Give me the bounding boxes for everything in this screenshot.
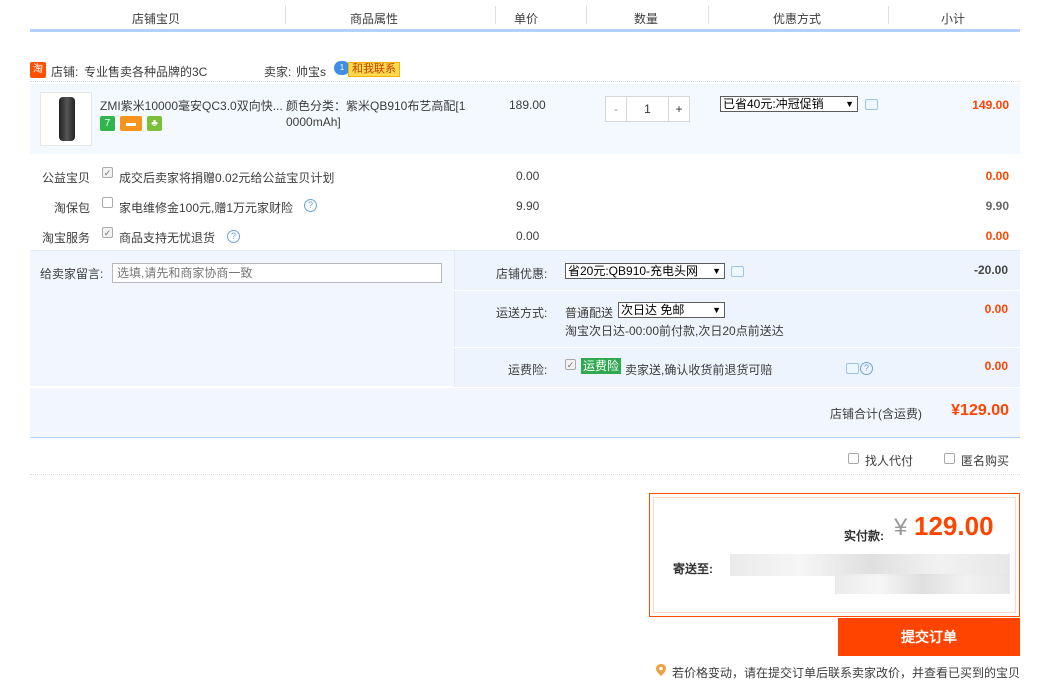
service-checkbox[interactable]: ✓ <box>102 227 113 238</box>
shop-total-row: 店铺合计(含运费) ¥129.00 <box>30 388 1020 438</box>
order-options-panel: 给卖家留言: 店铺优惠: 省20元:QB910-充电头网 ▼ -20.00 运送… <box>30 250 1020 387</box>
divider <box>454 347 1020 348</box>
service-text: 家电维修金100元,赠1万元家财险 <box>119 201 294 215</box>
service-checkbox[interactable]: ✓ <box>102 167 113 178</box>
payment-currency: ¥ <box>894 514 908 541</box>
redacted-address <box>730 554 1010 576</box>
shop-discount-amount: -20.00 <box>973 263 1008 277</box>
message-icon[interactable] <box>846 363 859 374</box>
insurance-text: 卖家送,确认收货前退货可赔 <box>625 363 773 377</box>
divider <box>454 290 1020 291</box>
service-price: 0.00 <box>516 229 540 243</box>
column-header: 店铺宝贝 商品属性 单价 数量 优惠方式 小计 <box>30 0 1020 32</box>
col-price: 单价 <box>514 12 539 26</box>
taobao-icon: 淘 <box>30 62 46 78</box>
note-label: 给卖家留言: <box>40 267 104 281</box>
payment-summary: 实付款: ¥ 129.00 寄送至: <box>649 493 1020 617</box>
divider <box>586 6 587 24</box>
shop-label: 店铺: <box>51 65 79 79</box>
service-label: 淘保包 <box>53 201 90 215</box>
payment-amount: 129.00 <box>914 511 994 541</box>
insurance-checkbox[interactable]: ✓ <box>565 359 576 370</box>
quantity-stepper: - 1 + <box>605 96 690 122</box>
shop-discount-label: 店铺优惠: <box>496 267 548 281</box>
divider <box>30 474 1020 475</box>
footer-tip: 若价格变动，请在提交订单后联系卖家改价，并查看已买到的宝贝 <box>672 666 1021 680</box>
service-checkbox[interactable] <box>102 197 113 208</box>
item-attr-line2: 0000mAh] <box>286 115 341 129</box>
service-text: 商品支持无忧退货 <box>119 231 216 245</box>
service-price: 0.00 <box>516 169 540 183</box>
item-attr-line1: 颜色分类：紫米QB910布艺高配[1 <box>286 99 466 113</box>
ship-to-label: 寄送至: <box>673 562 713 576</box>
increase-button[interactable]: + <box>669 97 689 121</box>
anonymous-label[interactable]: 匿名购买 <box>961 452 1009 469</box>
shop-row: 淘 店铺: 专业售卖各种品牌的3C 卖家: 帅宝s 1 和我联系 <box>30 60 1020 82</box>
shipping-label: 运送方式: <box>496 306 548 320</box>
col-subtotal: 小计 <box>941 12 966 26</box>
service-label: 淘宝服务 <box>41 231 90 245</box>
proxy-pay-checkbox[interactable] <box>848 453 859 464</box>
divider <box>495 6 496 24</box>
divider <box>708 6 709 24</box>
seller-note-input[interactable] <box>112 263 442 283</box>
col-discount: 优惠方式 <box>773 12 822 26</box>
divider <box>888 6 889 24</box>
divider <box>285 6 286 24</box>
chevron-down-icon: ▼ <box>712 266 721 276</box>
insurance-tag: 运费险 <box>581 358 622 374</box>
chevron-down-icon: ▼ <box>712 305 721 315</box>
shop-total-amount: ¥129.00 <box>951 402 1009 419</box>
discount-select[interactable]: 已省40元:冲冠促销 ▼ <box>720 96 858 112</box>
payment-label: 实付款: <box>844 529 884 543</box>
decrease-button[interactable]: - <box>606 97 626 121</box>
chevron-down-icon: ▼ <box>845 99 854 109</box>
item-price: 189.00 <box>509 98 546 112</box>
location-pin-icon <box>656 664 666 676</box>
shipping-option: 次日达 免邮 <box>621 303 685 317</box>
shipping-desc: 淘宝次日达-00:00前付款,次日20点前送达 <box>565 324 784 338</box>
message-icon[interactable] <box>731 266 744 277</box>
service-subtotal: 0.00 <box>985 169 1009 183</box>
service-text: 成交后卖家将捐赠0.02元给公益宝贝计划 <box>119 171 335 185</box>
message-icon[interactable] <box>865 99 878 110</box>
item-title[interactable]: ZMI紫米10000毫安QC3.0双向快... <box>100 97 283 114</box>
service-label: 公益宝贝 <box>41 171 90 185</box>
seven-day-return-icon: 7 <box>100 116 115 131</box>
credit-card-icon: ▬ <box>120 116 142 131</box>
item-subtotal: 149.00 <box>972 98 1009 112</box>
insurance-amount: 0.00 <box>984 359 1008 373</box>
seller-name[interactable]: 帅宝s <box>296 63 326 80</box>
service-subtotal: 0.00 <box>985 229 1009 243</box>
shop-discount-value: 省20元:QB910-充电头网 <box>568 264 699 278</box>
shop-name[interactable]: 专业售卖各种品牌的3C <box>84 63 207 80</box>
col-qty: 数量 <box>634 12 659 26</box>
col-item: 店铺宝贝 <box>132 12 181 26</box>
shop-total-label: 店铺合计(含运费) <box>830 407 922 421</box>
item-row: ZMI紫米10000毫安QC3.0双向快... 7 ▬ ♣ 颜色分类：紫米QB9… <box>30 84 1020 154</box>
insurance-label: 运费险: <box>508 363 548 377</box>
service-price: 9.90 <box>516 199 540 213</box>
proxy-pay-label[interactable]: 找人代付 <box>865 452 913 469</box>
shipping-method: 普通配送 <box>565 306 614 320</box>
quantity-input[interactable]: 1 <box>626 97 669 121</box>
guarantee-icon: ♣ <box>147 116 162 131</box>
redacted-address <box>835 574 1010 594</box>
product-thumbnail[interactable] <box>40 92 92 146</box>
help-icon[interactable]: ? <box>860 362 873 375</box>
help-icon[interactable]: ? <box>304 199 317 212</box>
help-icon[interactable]: ? <box>227 230 240 243</box>
anonymous-checkbox[interactable] <box>944 453 955 464</box>
shipping-amount: 0.00 <box>984 302 1008 316</box>
shop-discount-select[interactable]: 省20元:QB910-充电头网 ▼ <box>565 263 725 279</box>
shipping-select[interactable]: 次日达 免邮 ▼ <box>618 302 725 318</box>
submit-order-button[interactable]: 提交订单 <box>838 618 1020 656</box>
service-subtotal: 9.90 <box>985 199 1009 213</box>
contact-seller-link[interactable]: 和我联系 <box>348 62 400 77</box>
discount-value: 已省40元:冲冠促销 <box>723 97 824 111</box>
seller-label: 卖家: <box>264 65 292 79</box>
col-attr: 商品属性 <box>350 12 399 26</box>
power-bank-image <box>59 97 75 141</box>
